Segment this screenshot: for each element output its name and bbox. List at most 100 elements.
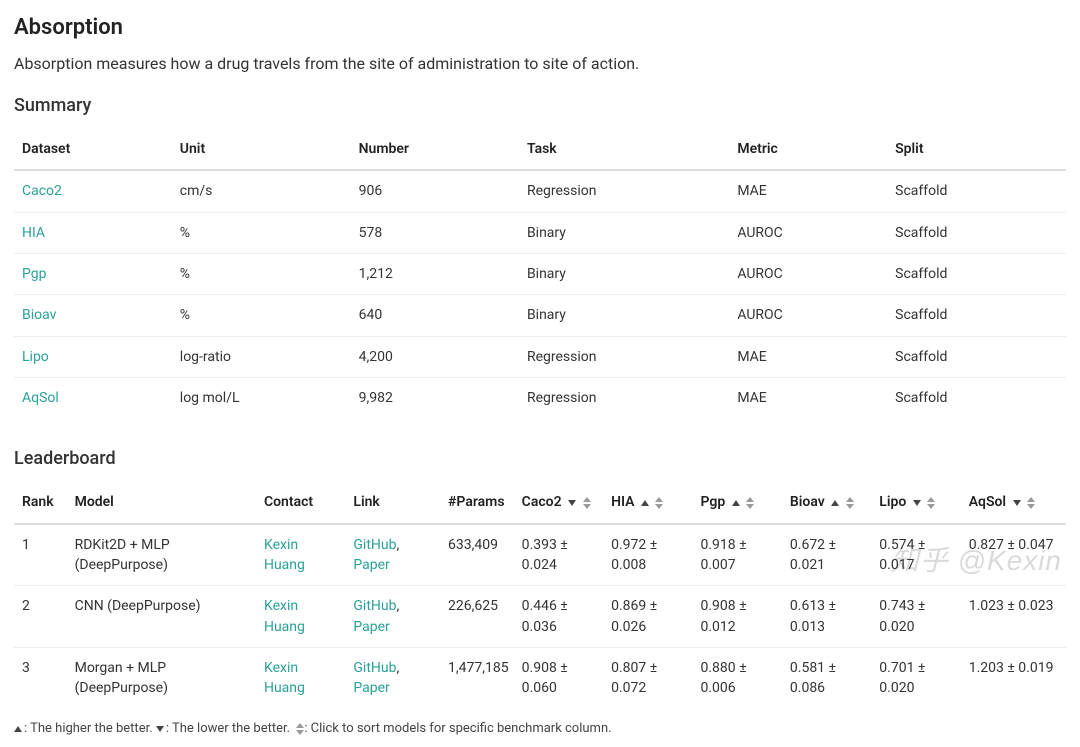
cell-split: Scaffold (887, 377, 1066, 418)
summary-col-split: Split (887, 129, 1066, 170)
lb-col-model: Model (67, 482, 256, 523)
lb-col-rank: Rank (14, 482, 67, 523)
summary-table: Dataset Unit Number Task Metric Split Ca… (14, 129, 1066, 418)
cell-unit: log-ratio (172, 336, 351, 377)
leaderboard-row: 2CNN (DeepPurpose)Kexin HuangGitHub, Pap… (14, 586, 1066, 648)
sort-icon (583, 497, 591, 509)
summary-row: AqSol log mol/L9,982RegressionMAEScaffold (14, 377, 1066, 418)
cell-metric: MAE (729, 377, 887, 418)
cell-params: 633,409 (440, 524, 514, 586)
cell-caco2: 0.908 ± 0.060 (514, 647, 603, 708)
leaderboard-row: 3Morgan + MLP (DeepPurpose)Kexin Huang Gi… (14, 647, 1066, 708)
summary-col-unit: Unit (172, 129, 351, 170)
cell-params: 1,477,185 (440, 647, 514, 708)
lb-col-bioav[interactable]: Bioav (782, 482, 871, 523)
dataset-link[interactable]: AqSol (22, 390, 59, 406)
legend-sort: : Click to sort models for specific benc… (304, 721, 611, 736)
arrow-up-icon (831, 500, 839, 506)
arrow-up-icon (732, 500, 740, 506)
lb-col-hia-label: HIA (611, 494, 634, 510)
cell-rank: 3 (14, 647, 67, 708)
arrow-up-icon (14, 726, 22, 732)
lb-col-lipo[interactable]: Lipo (871, 482, 960, 523)
cell-task: Regression (519, 336, 729, 377)
arrow-up-icon (641, 500, 649, 506)
lb-col-hia[interactable]: HIA (603, 482, 692, 523)
cell-unit: cm/s (172, 170, 351, 212)
cell-metric: AUROC (729, 254, 887, 295)
cell-model: CNN (DeepPurpose) (67, 586, 256, 648)
cell-unit: % (172, 295, 351, 336)
arrow-down-icon (568, 500, 576, 506)
page-description: Absorption measures how a drug travels f… (14, 52, 1066, 75)
dataset-link[interactable]: Caco2 (22, 183, 62, 199)
summary-col-dataset: Dataset (14, 129, 172, 170)
cell-metric: MAE (729, 170, 887, 212)
cell-task: Regression (519, 377, 729, 418)
cell-number: 1,212 (351, 254, 519, 295)
cell-task: Regression (519, 170, 729, 212)
cell-split: Scaffold (887, 295, 1066, 336)
cell-task: Binary (519, 295, 729, 336)
summary-col-number: Number (351, 129, 519, 170)
summary-row: Caco2 cm/s906RegressionMAEScaffold (14, 170, 1066, 212)
lb-col-contact: Contact (256, 482, 345, 523)
github-link[interactable]: GitHub (353, 598, 396, 614)
sort-icon (655, 497, 663, 509)
lb-col-pgp[interactable]: Pgp (692, 482, 781, 523)
dataset-link[interactable]: Pgp (22, 266, 46, 282)
contact-link[interactable]: Kexin Huang (264, 598, 305, 634)
sort-icon (927, 497, 935, 509)
sort-icon (846, 497, 854, 509)
leaderboard-row: 1RDKit2D + MLP (DeepPurpose)Kexin HuangG… (14, 524, 1066, 586)
cell-caco2: 0.446 ± 0.036 (514, 586, 603, 648)
cell-caco2: 0.393 ± 0.024 (514, 524, 603, 586)
cell-rank: 1 (14, 524, 67, 586)
cell-model: Morgan + MLP (DeepPurpose) (67, 647, 256, 708)
dataset-link[interactable]: Bioav (22, 307, 56, 323)
lb-col-bioav-label: Bioav (790, 494, 825, 510)
cell-lipo: 0.701 ± 0.020 (871, 647, 960, 708)
paper-link[interactable]: Paper (353, 557, 389, 573)
cell-number: 906 (351, 170, 519, 212)
dataset-link[interactable]: Lipo (22, 349, 49, 365)
lb-col-link: Link (345, 482, 440, 523)
cell-number: 4,200 (351, 336, 519, 377)
lb-col-params: #Params (440, 482, 514, 523)
sort-icon (296, 723, 304, 735)
lb-col-caco2-label: Caco2 (522, 494, 562, 510)
cell-bioav: 0.672 ± 0.021 (782, 524, 871, 586)
cell-pgp: 0.918 ± 0.007 (692, 524, 781, 586)
cell-pgp: 0.908 ± 0.012 (692, 586, 781, 648)
lb-col-aqsol[interactable]: AqSol (961, 482, 1066, 523)
dataset-link[interactable]: HIA (22, 225, 45, 241)
legend-higher: : The higher the better. (24, 721, 156, 736)
sort-icon (746, 497, 754, 509)
cell-aqsol: 1.203 ± 0.019 (961, 647, 1066, 708)
paper-link[interactable]: Paper (353, 619, 389, 635)
cell-task: Binary (519, 254, 729, 295)
summary-heading: Summary (14, 93, 1066, 119)
lb-col-caco2[interactable]: Caco2 (514, 482, 603, 523)
github-link[interactable]: GitHub (353, 660, 396, 676)
cell-split: Scaffold (887, 212, 1066, 253)
cell-params: 226,625 (440, 586, 514, 648)
arrow-down-icon (156, 726, 164, 732)
cell-split: Scaffold (887, 170, 1066, 212)
cell-metric: AUROC (729, 212, 887, 253)
cell-number: 578 (351, 212, 519, 253)
github-link[interactable]: GitHub (353, 537, 396, 553)
leaderboard-table: Rank Model Contact Link #Params Caco2 HI… (14, 482, 1066, 708)
cell-number: 9,982 (351, 377, 519, 418)
contact-link[interactable]: Kexin Huang (264, 537, 305, 573)
cell-task: Binary (519, 212, 729, 253)
contact-link[interactable]: Kexin Huang (264, 660, 305, 696)
cell-bioav: 0.613 ± 0.013 (782, 586, 871, 648)
paper-link[interactable]: Paper (353, 680, 389, 696)
lb-col-aqsol-label: AqSol (969, 494, 1006, 510)
arrow-down-icon (913, 500, 921, 506)
cell-unit: log mol/L (172, 377, 351, 418)
leaderboard-heading: Leaderboard (14, 446, 1066, 472)
cell-metric: MAE (729, 336, 887, 377)
cell-lipo: 0.574 ± 0.017 (871, 524, 960, 586)
